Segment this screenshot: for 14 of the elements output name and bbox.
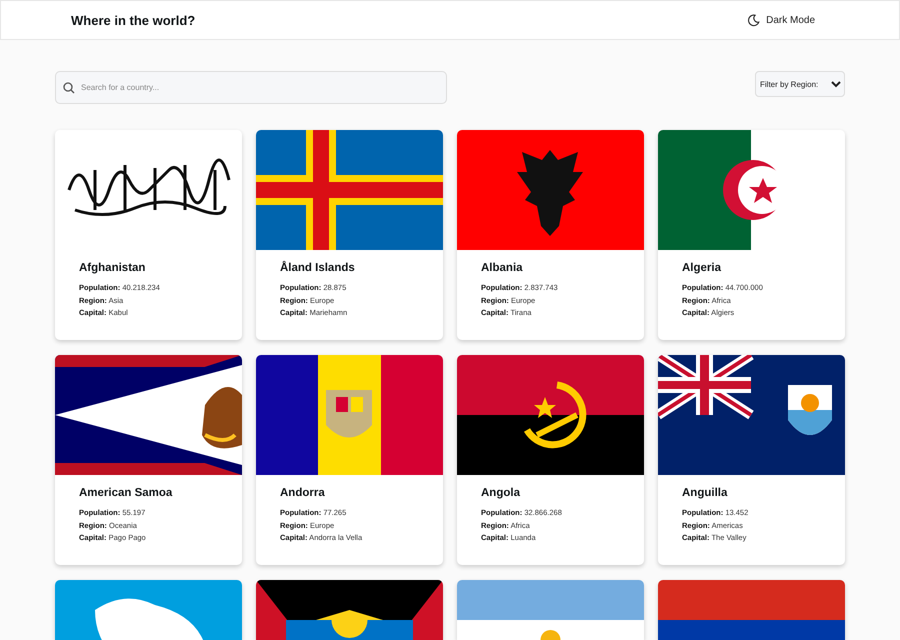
country-name: American Samoa <box>79 487 174 499</box>
search-icon <box>63 82 75 94</box>
search-field[interactable]: Search for a country... <box>55 71 447 104</box>
country-name: Andorra <box>280 487 326 499</box>
country-name: Åland Islands <box>280 262 356 274</box>
country-name: Afghanistan <box>79 262 146 274</box>
app-title: Where in the world? <box>71 12 196 28</box>
dark-mode-toggle[interactable]: Dark Mode <box>747 14 829 26</box>
region-filter-dropdown[interactable]: Filter by Region: <box>755 71 845 97</box>
country-name: Algeria <box>682 262 722 274</box>
country-name: Anguilla <box>682 487 728 499</box>
country-name: Albania <box>481 262 524 274</box>
country-name: Angola <box>481 487 521 499</box>
moon-icon <box>747 14 760 26</box>
